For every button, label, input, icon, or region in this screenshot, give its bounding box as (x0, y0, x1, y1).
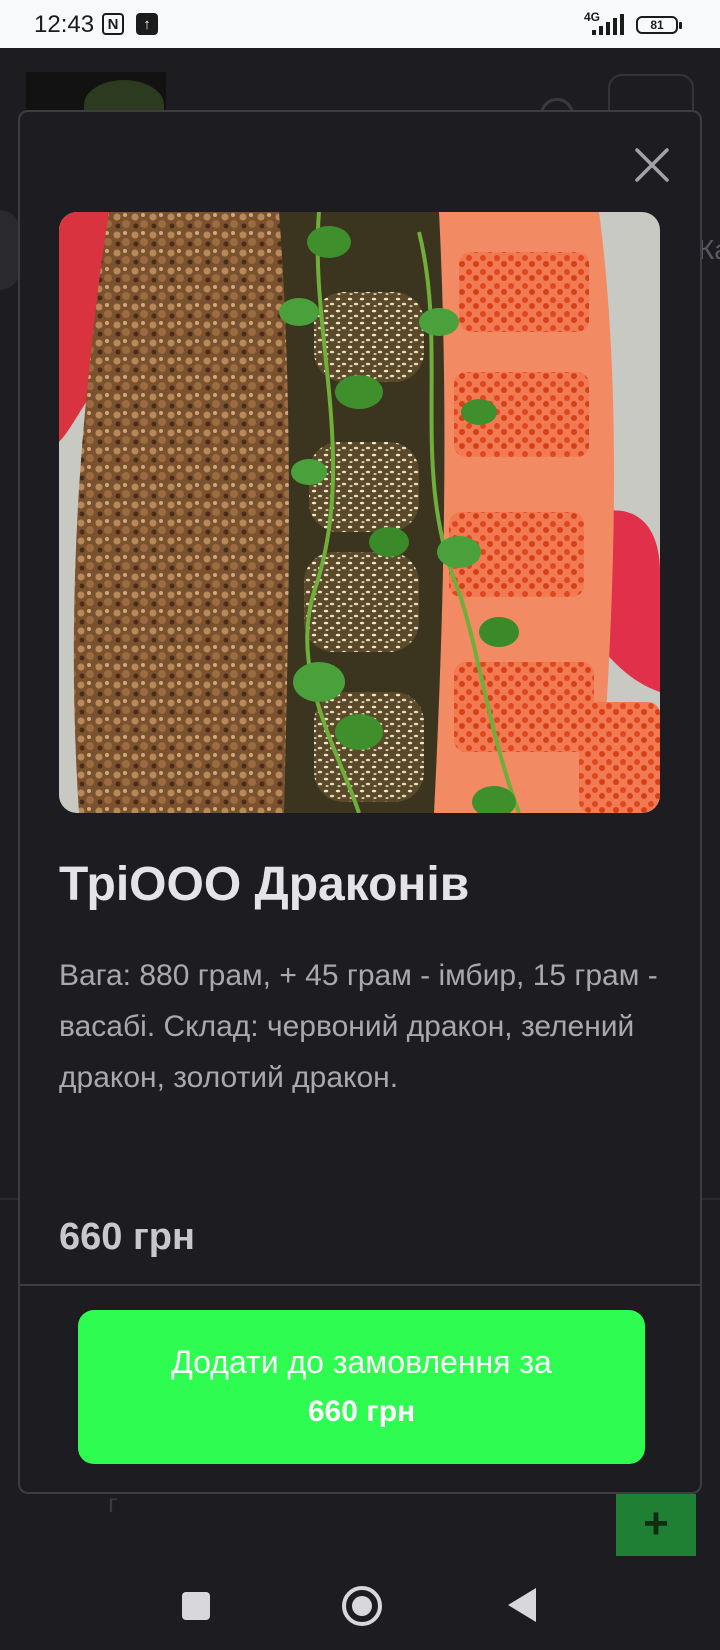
battery-icon: 81 (636, 16, 682, 34)
product-image (59, 212, 660, 813)
upload-icon: ↑ (136, 13, 158, 35)
navigation-bar (0, 1558, 720, 1650)
add-to-order-price: 660 грн (307, 1395, 416, 1428)
divider (20, 1284, 700, 1286)
recents-icon[interactable] (182, 1592, 210, 1620)
product-description: Вага: 880 грам, + 45 грам - імбир, 15 гр… (59, 959, 658, 1094)
product-modal: ТріООО Драконів Вага: 880 грам, + 45 гра… (18, 110, 702, 1494)
back-icon[interactable] (508, 1588, 536, 1622)
home-icon[interactable] (342, 1586, 382, 1626)
status-bar: 12:43 N ↑ 4G 81 (0, 0, 720, 48)
product-price: 660 грн (59, 1216, 195, 1258)
status-time: 12:43 (34, 11, 95, 38)
add-to-order-label: Додати до замовлення за (171, 1344, 552, 1380)
add-to-order-button[interactable]: Додати до замовлення за 660 грн (78, 1310, 645, 1464)
add-to-cart-button[interactable]: + (616, 1494, 696, 1556)
signal-icon: 4G (584, 10, 626, 38)
product-title: ТріООО Драконів (59, 858, 470, 911)
close-icon[interactable] (631, 144, 673, 186)
nfc-icon: N (102, 13, 124, 35)
category-chip[interactable] (0, 210, 20, 290)
